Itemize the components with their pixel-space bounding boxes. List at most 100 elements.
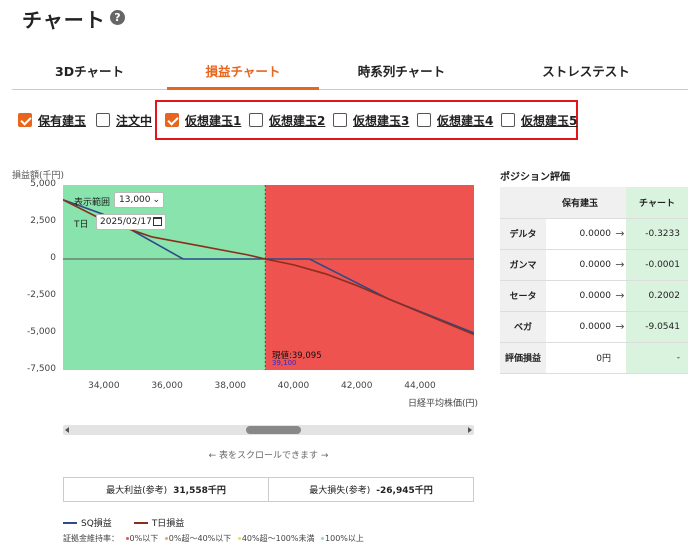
virtual-label-3: 仮想建玉3	[353, 113, 410, 128]
header-hold: 保有建玉	[546, 187, 614, 219]
x-axis-title: 日経平均株価(円)	[408, 399, 479, 409]
calendar-icon[interactable]	[153, 217, 162, 226]
chart-value: -	[626, 342, 688, 374]
max-profit-value: 31,558千円	[173, 486, 226, 496]
margin-label: 証拠金維持率：	[63, 534, 119, 543]
y-tick-label: -5,000	[26, 327, 56, 337]
pl-chart-svg	[63, 185, 474, 370]
margin-legend: 証拠金維持率： 0%以下 0%超〜40%以下 40%超〜100%未満 100%以…	[63, 533, 368, 544]
holding-label: 保有建玉	[38, 113, 87, 128]
range-select[interactable]: 13,000 ⌄	[114, 192, 164, 208]
tab-stress-test[interactable]: ストレステスト	[484, 56, 688, 90]
zone-1	[265, 185, 474, 370]
y-tick-label: -2,500	[26, 290, 56, 300]
zone-0	[63, 185, 266, 370]
margin-item-1: 0%以下	[126, 534, 159, 543]
table-row: 評価損益 0円 -	[500, 342, 688, 374]
table-row: ガンマ 0.0000 → -0.0001	[500, 249, 688, 281]
virtual-label-1: 仮想建玉1	[185, 113, 242, 128]
legend-t-swatch	[133, 521, 148, 524]
margin-item-4: 100%以上	[321, 534, 364, 543]
table-header: 保有建玉 チャート	[500, 187, 688, 219]
virtual-checkbox-4[interactable]: 仮想建玉4	[417, 110, 493, 130]
chart-value: -9.0541	[626, 311, 688, 343]
x-tick-label: 36,000	[151, 381, 183, 391]
question-circle-icon[interactable]: ?	[110, 10, 125, 25]
chart-scrollbar[interactable]	[63, 425, 474, 435]
virtual-checkbox-2[interactable]: 仮想建玉2	[249, 110, 325, 130]
header-chart: チャート	[626, 187, 688, 219]
chart-legend: SQ損益 T日損益	[63, 516, 184, 529]
page-title: チャート	[22, 8, 106, 32]
arrow-right-icon: →	[614, 280, 626, 312]
y-tick-label: 5,000	[30, 179, 56, 189]
tab-3d-chart[interactable]: 3Dチャート	[12, 56, 167, 90]
row-label: 評価損益	[500, 342, 546, 374]
scroll-thumb[interactable]	[246, 426, 301, 434]
hold-value: 0.0000	[546, 311, 614, 343]
arrow-right-icon: →	[614, 249, 626, 281]
chart-value: -0.3233	[626, 218, 688, 250]
ordering-checkbox[interactable]: 注文中	[96, 110, 152, 130]
tab-pl-chart[interactable]: 損益チャート	[167, 56, 319, 90]
row-label: ベガ	[500, 311, 546, 343]
range-value: 13,000	[119, 195, 151, 205]
holding-checkbox[interactable]: 保有建玉	[18, 110, 86, 130]
y-tick-label: 2,500	[30, 216, 56, 226]
chart-tabs: 3Dチャート 損益チャート 時系列チャート ストレステスト	[12, 56, 688, 90]
virtual-checkbox-5[interactable]: 仮想建玉5	[501, 110, 577, 130]
header-arrow-blank	[614, 187, 626, 219]
virtual-checkbox-3[interactable]: 仮想建玉3	[333, 110, 409, 130]
header-blank	[500, 187, 546, 219]
pl-chart[interactable]	[63, 185, 474, 370]
scroll-right-icon[interactable]	[468, 427, 472, 433]
legend-sq-swatch	[63, 521, 77, 524]
hold-value: 0.0000	[546, 249, 614, 281]
arrow-right-icon: →	[614, 218, 626, 250]
virtual-label-2: 仮想建玉2	[269, 113, 326, 128]
legend-t-label: T日損益	[151, 519, 185, 529]
date-label: T日	[74, 220, 89, 230]
date-input[interactable]: 2025/02/17	[96, 214, 166, 230]
arrow-right-icon: →	[614, 311, 626, 343]
position-eval-title: ポジション評価	[500, 172, 570, 183]
margin-item-3: 40%超〜100%未満	[238, 534, 315, 543]
x-tick-label: 38,000	[214, 381, 247, 391]
virtual-checkbox-1[interactable]: 仮想建玉1	[165, 110, 241, 130]
row-label: デルタ	[500, 218, 546, 250]
ordering-label: 注文中	[116, 113, 153, 128]
chart-value: 0.2002	[626, 280, 688, 312]
max-loss: 最大損失(参考) -26,945千円	[269, 478, 473, 501]
checkbox-icon[interactable]	[501, 113, 515, 127]
hold-value: 0円	[546, 342, 614, 374]
range-label: 表示範囲	[74, 198, 111, 208]
table-row: デルタ 0.0000 → -0.3233	[500, 218, 688, 250]
hold-value: 0.0000	[546, 280, 614, 312]
max-loss-value: -26,945千円	[376, 486, 433, 496]
checkbox-icon[interactable]	[96, 113, 110, 127]
chevron-down-icon: ⌄	[152, 195, 160, 205]
x-tick-label: 42,000	[341, 381, 373, 391]
checkbox-icon[interactable]	[249, 113, 263, 127]
legend-sq-label: SQ損益	[81, 519, 112, 529]
virtual-label-5: 仮想建玉5	[521, 113, 578, 128]
checkbox-icon[interactable]	[18, 113, 32, 127]
chart-value: -0.0001	[626, 249, 688, 281]
checkbox-icon[interactable]	[165, 113, 179, 127]
x-tick-label: 34,000	[88, 381, 120, 391]
margin-item-2: 0%超〜40%以下	[165, 534, 231, 543]
tab-timeseries-chart[interactable]: 時系列チャート	[319, 56, 484, 90]
scroll-left-icon[interactable]	[65, 427, 69, 433]
row-label: ガンマ	[500, 249, 546, 281]
table-row: セータ 0.0000 → 0.2002	[500, 280, 688, 312]
x-tick-label: 44,000	[404, 381, 436, 391]
checkbox-icon[interactable]	[333, 113, 347, 127]
max-loss-label: 最大損失(参考)	[309, 486, 371, 496]
checkbox-icon[interactable]	[417, 113, 431, 127]
row-label: セータ	[500, 280, 546, 312]
date-value: 2025/02/17	[100, 217, 152, 227]
y-tick-label: 0	[50, 253, 56, 263]
virtual-label-4: 仮想建玉4	[437, 113, 494, 128]
table-row: ベガ 0.0000 → -9.0541	[500, 311, 688, 343]
current-price-sub-label: 39,100	[272, 359, 297, 367]
